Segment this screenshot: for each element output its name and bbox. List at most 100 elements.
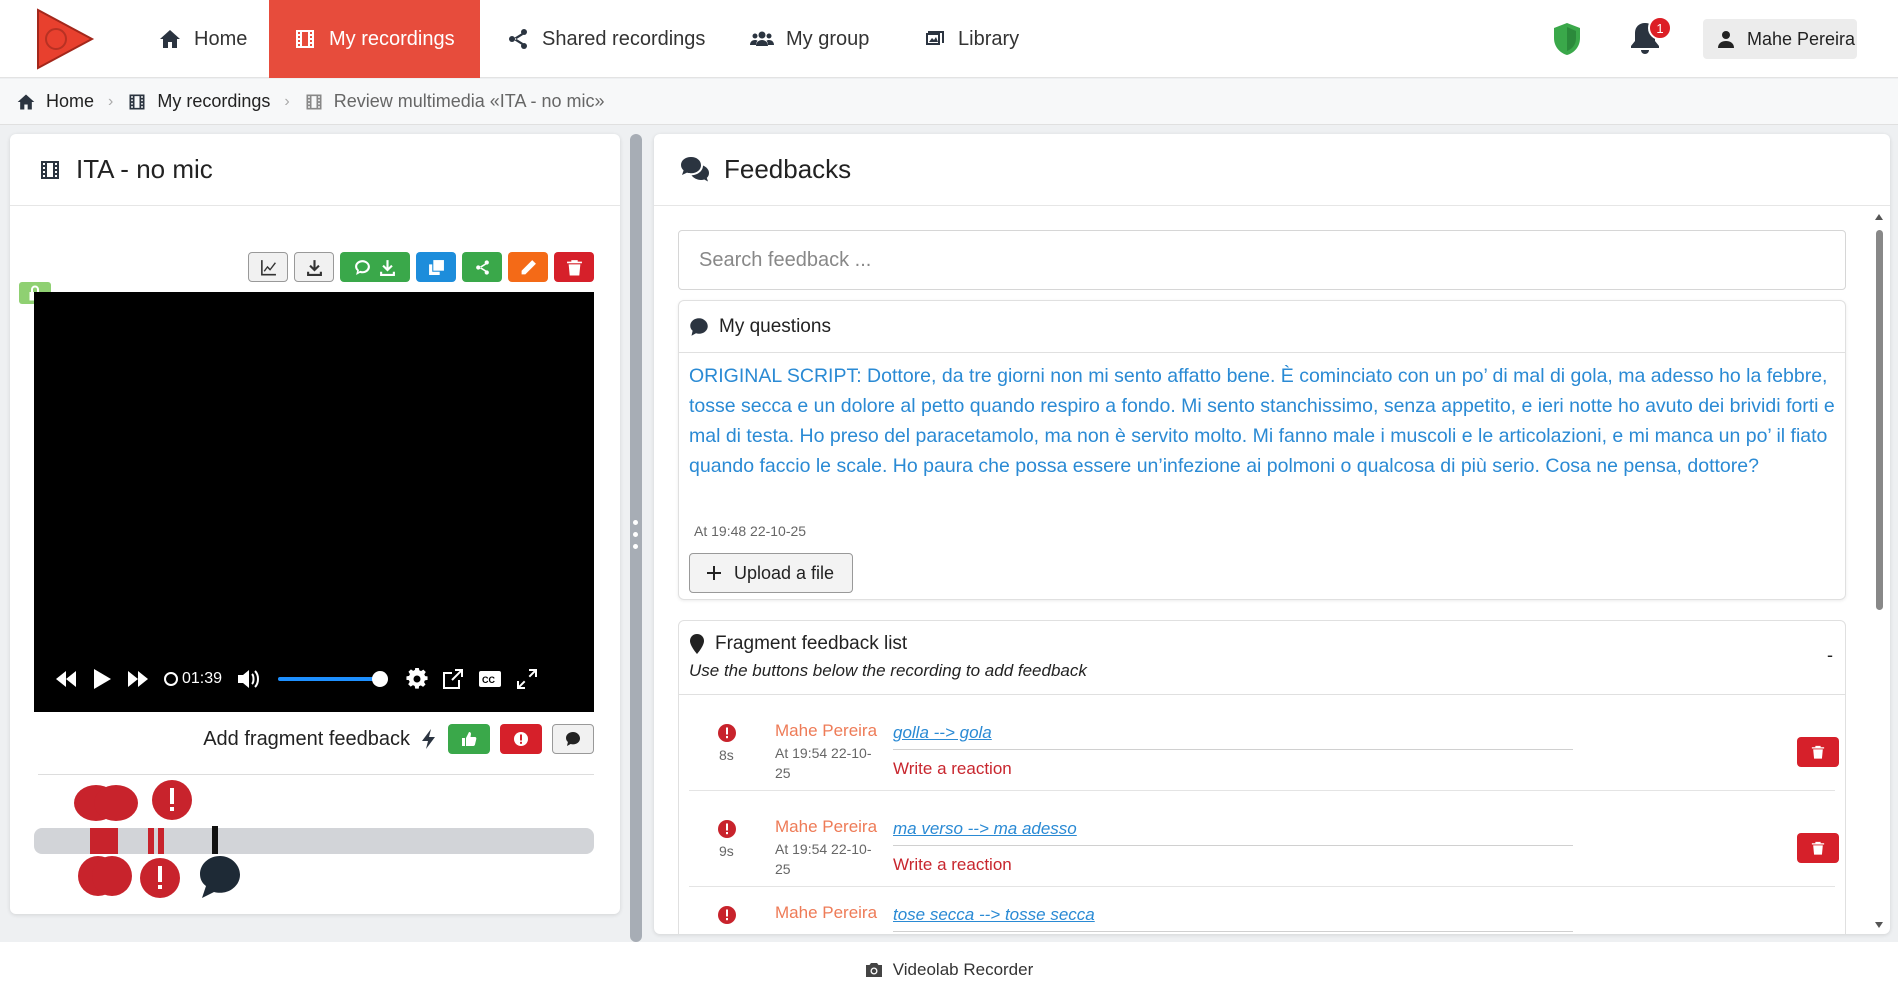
feedback-second[interactable]: 8s	[719, 747, 734, 763]
edit-button[interactable]	[508, 252, 548, 282]
nav-shared-recordings-label: Shared recordings	[542, 27, 706, 50]
panel-splitter[interactable]	[630, 134, 642, 942]
nav-my-recordings[interactable]: My recordings	[269, 0, 480, 78]
film-icon	[41, 160, 59, 179]
exclamation-circle-icon	[514, 732, 528, 746]
question-text: ORIGINAL SCRIPT: Dottore, da tre giorni …	[689, 365, 1835, 477]
exclamation-circle-icon	[718, 820, 736, 838]
progress-knob[interactable]	[164, 672, 178, 686]
upload-file-button[interactable]: Upload a file	[689, 553, 853, 593]
breadcrumb-recordings[interactable]: My recordings	[127, 91, 270, 112]
error-marker-icon[interactable]	[150, 778, 194, 822]
app-logo[interactable]	[34, 6, 96, 72]
comment-icon	[690, 317, 708, 336]
splitter-grip	[633, 532, 638, 537]
recording-panel: ITA - no mic 01:39 CC Add fragment feedb…	[10, 134, 620, 914]
feedback-correction[interactable]: golla --> gola	[893, 723, 1573, 750]
film-icon	[129, 94, 145, 109]
pencil-icon	[521, 259, 536, 274]
feedback-second[interactable]: 9s	[719, 843, 734, 859]
breadcrumb-home[interactable]: Home	[16, 91, 94, 112]
user-menu-button[interactable]: Mahe Pereira	[1703, 19, 1857, 59]
video-controls: 01:39 CC	[34, 646, 594, 712]
feedback-author: Mahe Pereira	[775, 721, 878, 740]
popout-icon[interactable]	[442, 668, 464, 690]
nav-library[interactable]: Library	[898, 0, 1043, 78]
search-feedback-input[interactable]	[678, 230, 1846, 290]
home-icon	[160, 30, 180, 48]
feedbacks-panel: Feedbacks My questions ORIGINAL SCRIPT: …	[654, 134, 1890, 934]
timeline-error-segment[interactable]	[148, 828, 154, 854]
scrollbar-thumb[interactable]	[1876, 230, 1883, 610]
download-button[interactable]	[294, 252, 334, 282]
rewind-icon[interactable]	[54, 669, 78, 689]
fragment-feedback-subtitle: Use the buttons below the recording to a…	[689, 661, 1087, 680]
breadcrumb-separator: ›	[108, 92, 114, 110]
nav-my-group[interactable]: My group	[726, 0, 893, 78]
error-feedback-button[interactable]	[500, 724, 542, 754]
thumbs-up-icon	[462, 732, 477, 746]
feedback-timeline[interactable]	[34, 826, 594, 854]
trash-icon	[1811, 841, 1825, 855]
thumbs-up-feedback-button[interactable]	[448, 724, 490, 754]
feedback-row: 9s Mahe Pereira At 19:54 22-10-25 ma ver…	[689, 791, 1839, 887]
user-icon	[1718, 31, 1734, 48]
duplicate-button[interactable]	[416, 252, 456, 282]
error-marker-icon[interactable]	[138, 856, 182, 900]
timeline-error-segment[interactable]	[158, 828, 164, 854]
timeline-playhead[interactable]	[212, 826, 218, 854]
nav-my-recordings-label: My recordings	[329, 27, 455, 50]
comment-marker-icon[interactable]	[196, 854, 244, 900]
my-questions-title: My questions	[719, 315, 831, 337]
exclamation-circle-icon	[718, 724, 736, 742]
nav-home[interactable]: Home	[134, 0, 271, 78]
timeline-error-segment[interactable]	[90, 828, 118, 854]
collapse-toggle[interactable]: -	[1827, 645, 1833, 666]
nav-shared-recordings[interactable]: Shared recordings	[482, 0, 729, 78]
breadcrumb-recordings-label: My recordings	[157, 91, 271, 111]
scroll-down-arrow-icon[interactable]	[1874, 920, 1884, 930]
add-fragment-feedback-row: Add fragment feedback	[203, 724, 594, 754]
comment-feedback-button[interactable]	[552, 724, 594, 754]
feedback-row: 8s Mahe Pereira At 19:54 22-10-25 golla …	[689, 695, 1839, 791]
recording-toolbar	[248, 252, 594, 282]
settings-gear-icon[interactable]	[406, 668, 428, 690]
volume-slider[interactable]	[278, 671, 389, 687]
stats-button[interactable]	[248, 252, 288, 282]
volume-knob[interactable]	[372, 671, 389, 687]
breadcrumb-home-label: Home	[46, 91, 95, 111]
error-marker-group-icon[interactable]	[66, 782, 146, 824]
feedback-author: Mahe Pereira	[775, 903, 878, 922]
delete-feedback-button[interactable]	[1797, 737, 1839, 767]
video-player[interactable]: 01:39 CC	[34, 292, 594, 712]
feedbacks-title: Feedbacks	[724, 154, 852, 184]
write-reaction-link[interactable]: Write a reaction	[893, 855, 1012, 875]
play-icon[interactable]	[92, 668, 112, 690]
write-reaction-link[interactable]: Write a reaction	[893, 759, 1012, 779]
feedbacks-scrollbar[interactable]	[1874, 212, 1884, 930]
feedback-correction[interactable]: ma verso --> ma adesso	[893, 819, 1573, 846]
add-feedback-label: Add fragment feedback	[203, 727, 410, 750]
trash-icon	[1811, 745, 1825, 759]
home-icon	[17, 94, 35, 109]
video-time-label: 01:39	[182, 670, 223, 687]
share-button[interactable]	[462, 252, 502, 282]
nav-home-label: Home	[194, 27, 248, 50]
user-name: Mahe Pereira	[1747, 28, 1856, 49]
shield-icon[interactable]	[1551, 22, 1583, 56]
scroll-up-arrow-icon[interactable]	[1874, 212, 1884, 222]
svg-text:CC: CC	[482, 675, 495, 685]
copy-icon	[428, 259, 444, 275]
question-timestamp: At 19:48 22-10-25	[694, 523, 807, 539]
fullscreen-icon[interactable]	[516, 668, 538, 690]
delete-recording-button[interactable]	[554, 252, 594, 282]
fragment-feedback-card: Fragment feedback list Use the buttons b…	[678, 620, 1846, 934]
closed-captions-icon[interactable]: CC	[478, 670, 502, 688]
fragment-feedback-title: Fragment feedback list	[715, 633, 908, 654]
delete-feedback-button[interactable]	[1797, 833, 1839, 863]
fast-forward-icon[interactable]	[126, 669, 150, 689]
fragment-feedback-title-row: Fragment feedback list	[689, 633, 1845, 655]
volume-icon[interactable]	[236, 668, 260, 690]
download-feedback-button[interactable]	[340, 252, 410, 282]
feedback-correction[interactable]: tose secca --> tosse secca	[893, 905, 1573, 932]
